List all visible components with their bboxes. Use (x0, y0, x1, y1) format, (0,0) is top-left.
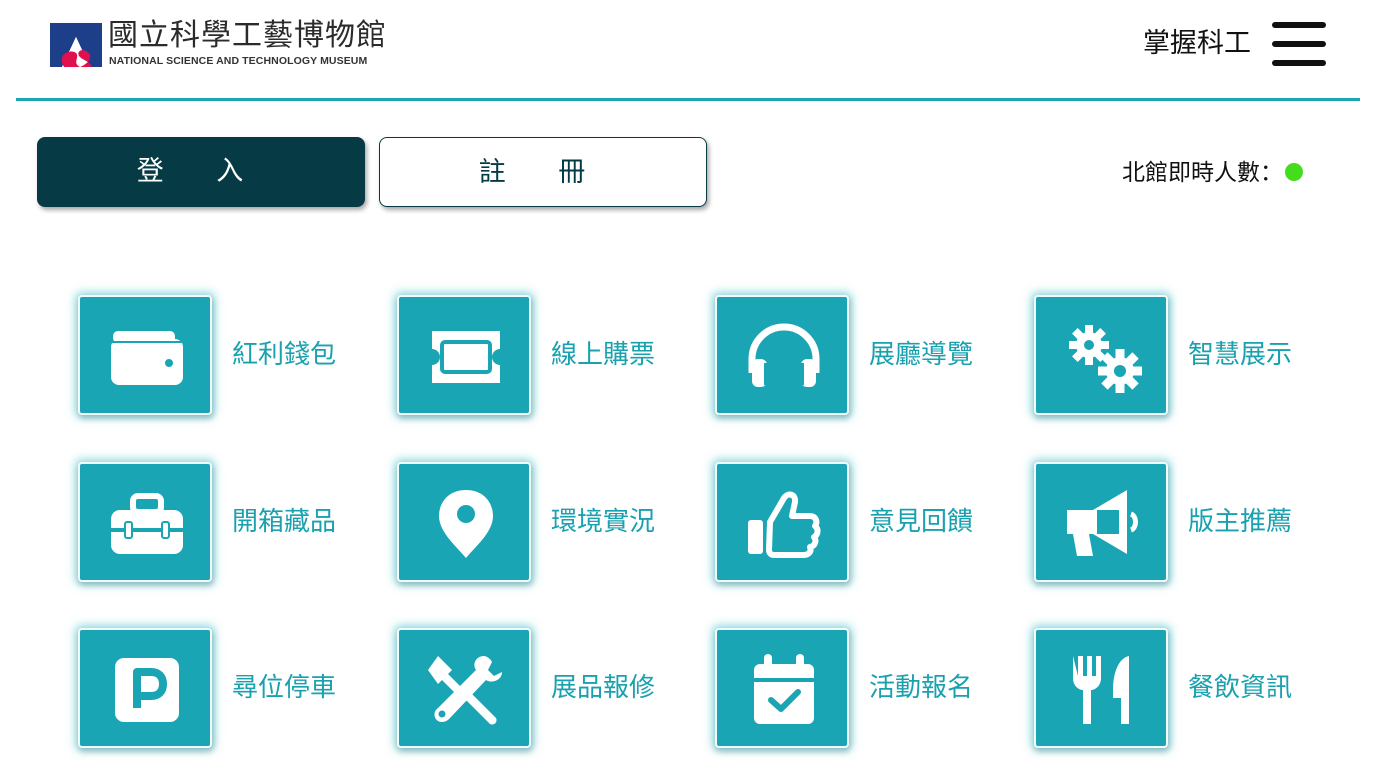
tile-feedback[interactable]: 意見回饋 (715, 462, 1025, 584)
megaphone-icon (1067, 490, 1138, 556)
tile-host-recommend[interactable]: 版主推薦 (1034, 462, 1344, 584)
wallet-icon (111, 331, 183, 385)
thumbs-up-icon (748, 491, 821, 558)
tile-audio-guide[interactable]: 展廳導覽 (715, 295, 1025, 417)
ticket-icon (432, 331, 500, 383)
tile-label: 餐飲資訊 (1188, 673, 1293, 703)
logo-english-name: NATIONAL SCIENCE AND TECHNOLOGY MUSEUM (109, 55, 368, 67)
tile-unbox-collection[interactable]: 開箱藏品 (78, 462, 388, 584)
museum-logo-icon (50, 23, 102, 67)
tile-label: 尋位停車 (232, 673, 337, 703)
toolbox-icon (111, 493, 183, 554)
header: 國立科學工藝博物館 NATIONAL SCIENCE AND TECHNOLOG… (0, 0, 1384, 102)
status-dot-icon (1285, 162, 1303, 181)
parking-icon (115, 658, 179, 722)
tile-label: 線上購票 (551, 340, 656, 370)
logo-chinese-name: 國立科學工藝博物館 (108, 18, 387, 53)
tile-label: 版主推薦 (1188, 507, 1293, 537)
tile-dining-info[interactable]: 餐飲資訊 (1034, 628, 1344, 750)
headphones-icon (748, 323, 820, 387)
header-divider (16, 98, 1360, 101)
calendar-check-icon (754, 654, 814, 724)
tools-icon (428, 656, 502, 725)
tile-smart-display[interactable]: 智慧展示 (1034, 295, 1344, 417)
tile-label: 智慧展示 (1188, 340, 1293, 370)
tile-label: 環境實況 (551, 507, 656, 537)
tile-environment-status[interactable]: 環境實況 (397, 462, 707, 584)
visitor-count-label: 北館即時人數： (1122, 160, 1283, 186)
login-button[interactable]: 登 入 (37, 137, 365, 207)
tile-label: 展廳導覽 (869, 340, 974, 370)
tile-label: 開箱藏品 (232, 507, 337, 537)
brand-link[interactable]: 掌握科工 (1143, 26, 1251, 62)
register-button[interactable]: 註 冊 (379, 137, 707, 207)
tile-label: 活動報名 (869, 673, 974, 703)
tile-parking[interactable]: 尋位停車 (78, 628, 388, 750)
tile-label: 意見回饋 (869, 507, 974, 537)
map-pin-icon (439, 490, 493, 558)
tile-exhibit-repair[interactable]: 展品報修 (397, 628, 707, 750)
tile-online-ticket[interactable]: 線上購票 (397, 295, 707, 417)
tile-label: 紅利錢包 (232, 340, 337, 370)
tile-bonus-wallet[interactable]: 紅利錢包 (78, 295, 388, 417)
tile-label: 展品報修 (551, 673, 656, 703)
hamburger-menu-icon[interactable] (1272, 22, 1326, 66)
museum-logo[interactable]: 國立科學工藝博物館 NATIONAL SCIENCE AND TECHNOLOG… (50, 18, 390, 71)
gears-icon (1069, 325, 1142, 393)
visitor-count: 北館即時人數： (1122, 156, 1303, 190)
tile-event-signup[interactable]: 活動報名 (715, 628, 1025, 750)
utensils-icon (1073, 656, 1129, 724)
